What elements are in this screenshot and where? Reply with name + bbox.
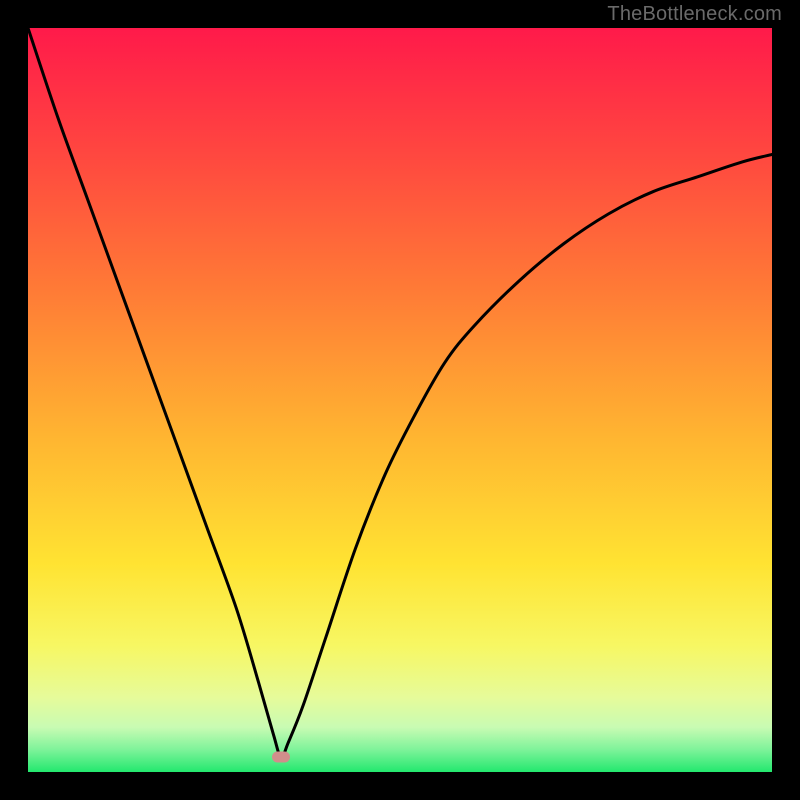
plot-area [28,28,772,772]
watermark-text: TheBottleneck.com [607,3,782,26]
bottleneck-curve [28,28,772,772]
optimal-point-marker [272,752,290,763]
chart-stage: TheBottleneck.com [0,0,800,800]
